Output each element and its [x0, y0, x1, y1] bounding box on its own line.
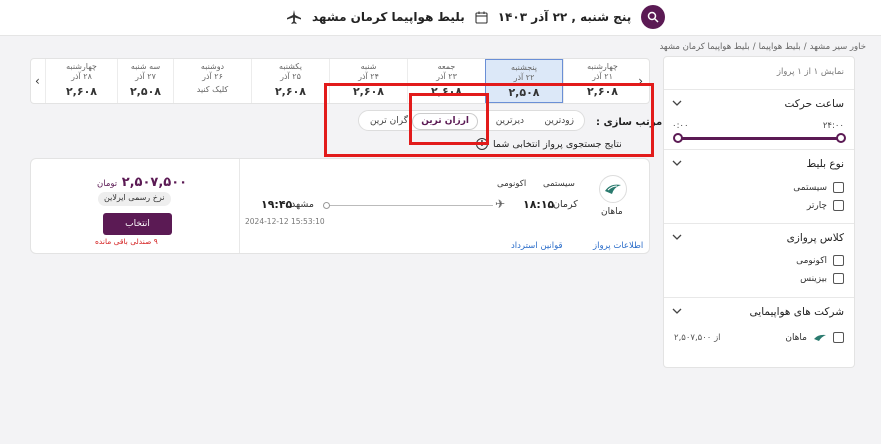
day-name: یکشنبه	[279, 62, 302, 71]
airline-option[interactable]: ماهان از ۲,۵۰۷,۵۰۰	[674, 331, 844, 345]
checkbox[interactable]	[833, 273, 844, 284]
filter-title[interactable]: کلاس پروازی	[787, 232, 844, 244]
checkbox-option[interactable]: سیستمی	[793, 182, 844, 193]
next-day-arrow[interactable]: ›	[35, 74, 40, 88]
filter-title[interactable]: نوع بلیط	[807, 158, 844, 170]
search-button[interactable]	[641, 5, 666, 29]
day-date: ۲۴ آذر	[358, 72, 379, 81]
highlight-box	[324, 83, 654, 157]
route-dot	[323, 202, 330, 209]
flight-info-link[interactable]: اطلاعات پرواز	[593, 241, 643, 251]
result-count: نمایش ۱ از ۱ پرواز	[776, 67, 844, 77]
refund-rules-link[interactable]: قوانین استرداد	[511, 241, 563, 251]
breadcrumb-current: بلیط هواپیما کرمان مشهد	[659, 42, 750, 52]
flight-card[interactable]: ماهان سیستمی اکونومی کرمان ۱۸:۱۵ ✈ مشهد …	[30, 158, 650, 254]
airplane-icon: ✈	[495, 197, 506, 211]
day-price: ۲,۶۰۸	[274, 85, 307, 98]
checkbox-option[interactable]: چارتر	[807, 200, 844, 211]
airline-logo	[599, 175, 627, 203]
checkbox-label: اکونومی	[796, 255, 827, 266]
day-name: دوشنبه	[200, 62, 225, 71]
checkbox-label: سیستمی	[793, 182, 827, 193]
chevron-down-icon[interactable]	[672, 233, 682, 241]
day-name: سه شنبه	[130, 62, 161, 71]
destination-city: مشهد	[291, 199, 314, 210]
airplane-icon	[286, 9, 302, 25]
price-currency: تومان	[97, 179, 118, 189]
airline-name: ماهان	[601, 207, 623, 217]
mahan-logo-icon	[814, 334, 826, 341]
filter-title[interactable]: ساعت حرکت	[784, 98, 844, 110]
checkbox[interactable]	[833, 332, 844, 343]
filter-airlines: شرکت های هواپیمایی ماهان از ۲,۵۰۷,۵۰۰	[664, 297, 854, 367]
chevron-down-icon[interactable]	[672, 99, 682, 107]
card-divider	[239, 159, 240, 253]
breadcrumb-flights[interactable]: بلیط هواپیما	[759, 42, 801, 52]
airline-min-price: از ۲,۵۰۷,۵۰۰	[674, 333, 721, 343]
day-date: ۲۸ آذر	[71, 72, 92, 81]
day-cell[interactable]: سه شنبه ۲۷ آذر ۲,۵۰۸	[117, 59, 173, 103]
chevron-down-icon[interactable]	[672, 159, 682, 167]
day-price: ۲,۵۰۸	[129, 85, 162, 98]
range-max-label: ۲۴:۰۰	[822, 121, 844, 131]
airline-name: ماهان	[785, 332, 807, 343]
filter-ticket-type: نوع بلیط سیستمی چارتر	[664, 149, 854, 223]
day-cell[interactable]: یکشنبه ۲۵ آذر ۲,۶۰۸	[251, 59, 329, 103]
price-value: ۲,۵۰۷,۵۰۰	[121, 175, 188, 190]
checkbox[interactable]	[833, 182, 844, 193]
day-name: پنجشنبه	[510, 63, 538, 72]
chevron-down-icon[interactable]	[672, 307, 682, 315]
origin-city: کرمان	[553, 199, 578, 210]
day-date: ۲۲ آذر	[513, 73, 535, 82]
top-bar: پنج شنبه , ۲۲ آذر ۱۴۰۳ بلیط هواپیما کرما…	[0, 0, 881, 36]
search-timestamp: 2024-12-12 15:53:10	[245, 217, 325, 226]
breadcrumb: خاور سیر مشهد/بلیط هواپیما/بلیط هواپیما …	[656, 42, 866, 52]
breadcrumb-home[interactable]: خاور سیر مشهد	[810, 42, 866, 52]
day-date: ۲۳ آذر	[436, 72, 457, 81]
day-date: ۲۵ آذر	[280, 72, 301, 81]
checkbox-option[interactable]: بیزینس	[800, 273, 844, 284]
checkbox-label: بیزینس	[800, 273, 827, 284]
ticket-type: سیستمی	[543, 179, 575, 189]
day-date: ۲۷ آذر	[135, 72, 156, 81]
route-line	[327, 205, 493, 206]
time-range-track[interactable]	[678, 137, 842, 140]
day-date: ۲۶ آذر	[202, 72, 223, 81]
search-summary[interactable]: پنج شنبه , ۲۲ آذر ۱۴۰۳ بلیط هواپیما کرما…	[286, 4, 666, 30]
filter-sidebar: نمایش ۱ از ۱ پرواز ساعت حرکت ۰:۰۰ ۲۴:۰۰ …	[663, 56, 855, 368]
mahan-logo-icon	[605, 184, 621, 194]
filter-title[interactable]: شرکت های هواپیمایی	[750, 306, 844, 318]
day-name: جمعه	[437, 62, 456, 71]
range-knob-max[interactable]	[836, 133, 846, 143]
checkbox-label: چارتر	[806, 200, 827, 211]
search-icon	[648, 11, 659, 23]
day-name: چهارشنبه	[66, 62, 97, 71]
highlight-box	[409, 93, 489, 145]
day-price: ۲,۶۰۸	[65, 85, 98, 98]
checkbox-option[interactable]: اکونومی	[796, 255, 844, 266]
route-title: بلیط هواپیما کرمان مشهد	[312, 10, 465, 24]
day-name: چهارشنبه	[587, 62, 618, 71]
flight-date: پنج شنبه , ۲۲ آذر ۱۴۰۳	[497, 10, 632, 24]
flight-class: اکونومی	[497, 179, 527, 189]
day-cell[interactable]: دوشنبه ۲۶ آذر کلیک کنید	[173, 59, 251, 103]
calendar-icon	[475, 11, 488, 24]
checkbox[interactable]	[833, 255, 844, 266]
range-min-label: ۰:۰۰	[672, 121, 689, 131]
select-button[interactable]: انتخاب	[103, 213, 172, 235]
checkbox[interactable]	[833, 200, 844, 211]
seats-left: ۹ صندلی باقی مانده	[95, 237, 158, 246]
day-date: ۲۱ آذر	[592, 72, 613, 81]
breadcrumb-separator: /	[752, 42, 756, 52]
destination-time: ۱۹:۴۵	[261, 198, 293, 211]
day-name: شنبه	[360, 62, 377, 71]
range-knob-min[interactable]	[673, 133, 683, 143]
origin-time: ۱۸:۱۵	[523, 198, 555, 211]
flight-price: ۲,۵۰۷,۵۰۰ تومان	[97, 175, 187, 190]
fare-badge: نرخ رسمی ایرلاین	[98, 192, 171, 206]
filter-flight-class: کلاس پروازی اکونومی بیزینس	[664, 223, 854, 293]
day-price: کلیک کنید	[196, 85, 229, 94]
breadcrumb-separator: /	[803, 42, 807, 52]
day-cell[interactable]: چهارشنبه ۲۸ آذر ۲,۶۰۸	[45, 59, 117, 103]
